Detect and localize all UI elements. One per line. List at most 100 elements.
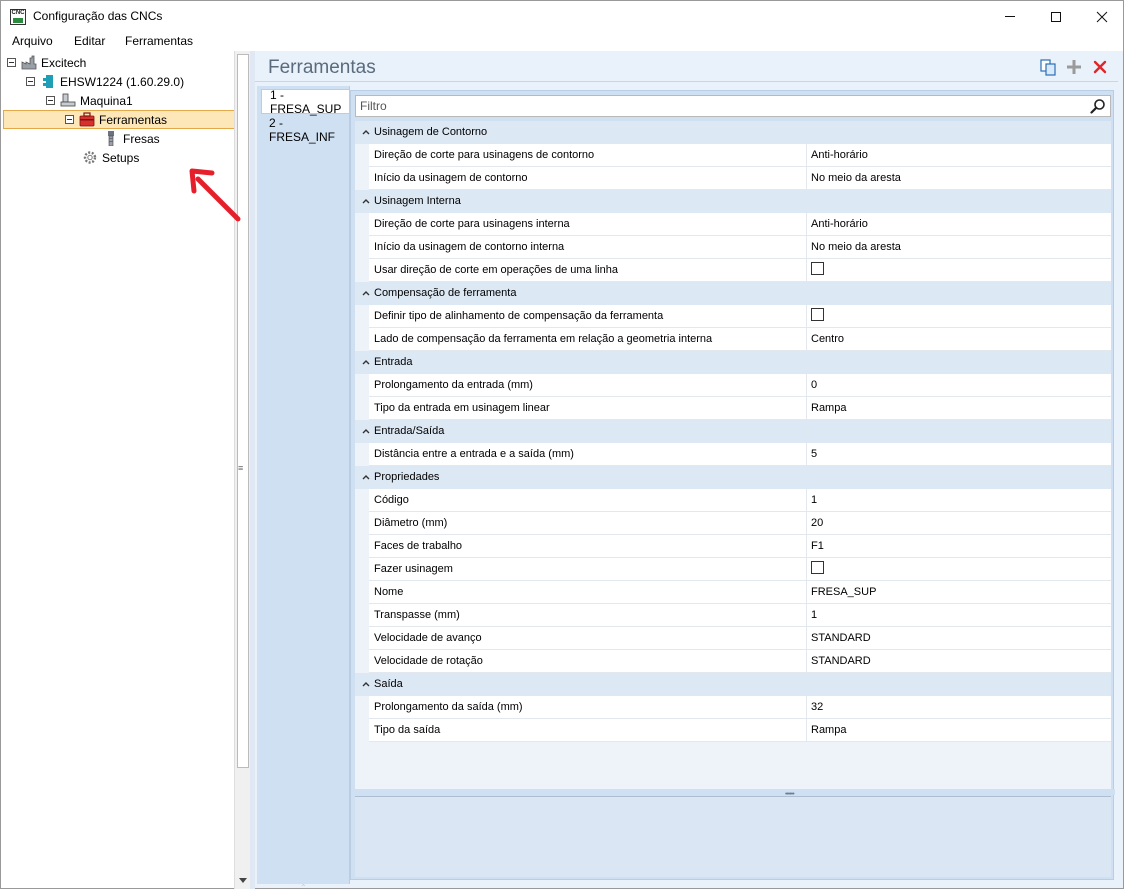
chevron-up-icon[interactable] — [361, 426, 371, 436]
grip-icon: ≡ — [238, 463, 244, 473]
chevron-up-icon[interactable] — [361, 357, 371, 367]
delete-button[interactable] — [1091, 58, 1109, 76]
tools-panel: Ferramentas 1 - FRESA_SUP 2 - FRESA_INF … — [255, 51, 1124, 889]
tree-node-maquina1[interactable]: Maquina1 — [46, 91, 133, 110]
property-value[interactable]: FRESA_SUP — [806, 581, 1111, 604]
scroll-down-icon[interactable] — [239, 878, 247, 883]
tab-fresa-sup[interactable]: 1 - FRESA_SUP — [261, 88, 349, 116]
property-checkbox[interactable] — [811, 308, 824, 321]
property-checkbox[interactable] — [811, 262, 824, 275]
category-row[interactable]: Usinagem Interna — [355, 190, 1111, 213]
search-icon[interactable] — [1090, 98, 1106, 114]
property-row[interactable]: Definir tipo de alinhamento de compensaç… — [355, 305, 1111, 328]
property-value[interactable]: No meio da aresta — [806, 167, 1111, 190]
property-row[interactable]: Direção de corte para usinagens de conto… — [355, 144, 1111, 167]
maximize-icon — [1051, 11, 1061, 22]
property-value[interactable]: 1 — [806, 489, 1111, 512]
add-button[interactable] — [1065, 58, 1083, 76]
property-grid: Usinagem de Contorno Direção de corte par… — [355, 121, 1111, 789]
property-value[interactable] — [806, 305, 1111, 328]
chevron-up-icon[interactable] — [361, 196, 371, 206]
menu-arquivo[interactable]: Arquivo — [12, 34, 53, 48]
chevron-up-icon[interactable] — [361, 288, 371, 298]
property-row[interactable]: Tipo da saída Rampa — [355, 719, 1111, 742]
category-row[interactable]: Compensação de ferramenta — [355, 282, 1111, 305]
property-row[interactable]: Início da usinagem de contorno interna No… — [355, 236, 1111, 259]
property-checkbox[interactable] — [811, 561, 824, 574]
chevron-up-icon[interactable] — [361, 472, 371, 482]
property-value[interactable]: 32 — [806, 696, 1111, 719]
property-value[interactable]: 5 — [806, 443, 1111, 466]
tree-node-fresas[interactable]: Fresas — [103, 129, 160, 148]
property-row[interactable]: Direção de corte para usinagens interna A… — [355, 213, 1111, 236]
tree-node-ehsw1224[interactable]: EHSW1224 (1.60.29.0) — [26, 72, 184, 91]
close-button[interactable] — [1079, 1, 1124, 32]
property-value[interactable]: 1 — [806, 604, 1111, 627]
machine-module-icon — [40, 74, 56, 89]
property-name: Prolongamento da entrada (mm) — [369, 374, 806, 397]
property-row[interactable]: Velocidade de avanço STANDARD — [355, 627, 1111, 650]
property-value[interactable]: STANDARD — [806, 650, 1111, 673]
property-row[interactable]: Código 1 — [355, 489, 1111, 512]
property-value[interactable]: Anti-horário — [806, 213, 1111, 236]
chevron-up-icon[interactable] — [361, 127, 371, 137]
property-row[interactable]: Lado de compensação da ferramenta em rel… — [355, 328, 1111, 351]
copy-button[interactable] — [1039, 58, 1057, 76]
property-value[interactable] — [806, 558, 1111, 581]
property-row[interactable]: Transpasse (mm) 1 — [355, 604, 1111, 627]
category-label: Propriedades — [374, 471, 440, 483]
property-row[interactable]: Prolongamento da entrada (mm) 0 — [355, 374, 1111, 397]
tab-fresa-inf[interactable]: 2 - FRESA_INF — [261, 116, 349, 144]
property-name: Diâmetro (mm) — [369, 512, 806, 535]
category-label: Usinagem de Contorno — [374, 126, 488, 138]
copy-icon — [1039, 58, 1056, 76]
property-row[interactable]: Distância entre a entrada e a saída (mm)… — [355, 443, 1111, 466]
red-arrow-annotation — [189, 168, 241, 222]
property-value[interactable]: 20 — [806, 512, 1111, 535]
description-splitter[interactable] — [351, 789, 1115, 795]
property-value[interactable]: Centro — [806, 328, 1111, 351]
tree-node-label: Excitech — [41, 55, 87, 70]
property-name: Fazer usinagem — [369, 558, 806, 581]
tree-node-ferramentas[interactable]: Ferramentas — [65, 110, 167, 129]
property-row[interactable]: Velocidade de rotação STANDARD — [355, 650, 1111, 673]
property-row[interactable]: Tipo da entrada em usinagem linear Rampa — [355, 397, 1111, 420]
property-name: Velocidade de rotação — [369, 650, 806, 673]
chevron-up-icon[interactable] — [361, 679, 371, 689]
property-row[interactable]: Nome FRESA_SUP — [355, 581, 1111, 604]
tab-scroll-arrows-icon[interactable]: ⌃⌄ — [300, 884, 307, 889]
property-value[interactable]: Rampa — [806, 719, 1111, 742]
category-row[interactable]: Usinagem de Contorno — [355, 121, 1111, 144]
window-title: Configuração das CNCs — [33, 9, 163, 23]
minimize-button[interactable] — [987, 1, 1033, 32]
category-row[interactable]: Entrada — [355, 351, 1111, 374]
tree-node-excitech[interactable]: Excitech — [7, 53, 86, 72]
property-value[interactable]: STANDARD — [806, 627, 1111, 650]
collapse-icon[interactable] — [65, 115, 74, 124]
property-row[interactable]: Faces de trabalho F1 — [355, 535, 1111, 558]
property-value[interactable]: No meio da aresta — [806, 236, 1111, 259]
property-row[interactable]: Diâmetro (mm) 20 — [355, 512, 1111, 535]
category-row[interactable]: Saída — [355, 673, 1111, 696]
menu-editar[interactable]: Editar — [74, 34, 105, 48]
tree-node-setups[interactable]: Setups — [82, 148, 139, 167]
property-row[interactable]: Fazer usinagem — [355, 558, 1111, 581]
property-row[interactable]: Prolongamento da saída (mm) 32 — [355, 696, 1111, 719]
property-value[interactable]: F1 — [806, 535, 1111, 558]
collapse-icon[interactable] — [26, 77, 35, 86]
property-value[interactable]: Anti-horário — [806, 144, 1111, 167]
collapse-icon[interactable] — [7, 58, 16, 67]
tree-node-label: EHSW1224 (1.60.29.0) — [60, 74, 185, 89]
property-value[interactable] — [806, 259, 1111, 282]
category-row[interactable]: Propriedades — [355, 466, 1111, 489]
property-value[interactable]: 0 — [806, 374, 1111, 397]
maximize-button[interactable] — [1033, 1, 1079, 32]
property-value[interactable]: Rampa — [806, 397, 1111, 420]
collapse-icon[interactable] — [46, 96, 55, 105]
menu-ferramentas[interactable]: Ferramentas — [125, 34, 193, 48]
property-row[interactable]: Início da usinagem de contorno No meio da… — [355, 167, 1111, 190]
tree-scrollbar-thumb[interactable] — [237, 54, 249, 768]
filter-input[interactable] — [356, 96, 1076, 116]
category-row[interactable]: Entrada/Saída — [355, 420, 1111, 443]
property-row[interactable]: Usar direção de corte em operações de um… — [355, 259, 1111, 282]
